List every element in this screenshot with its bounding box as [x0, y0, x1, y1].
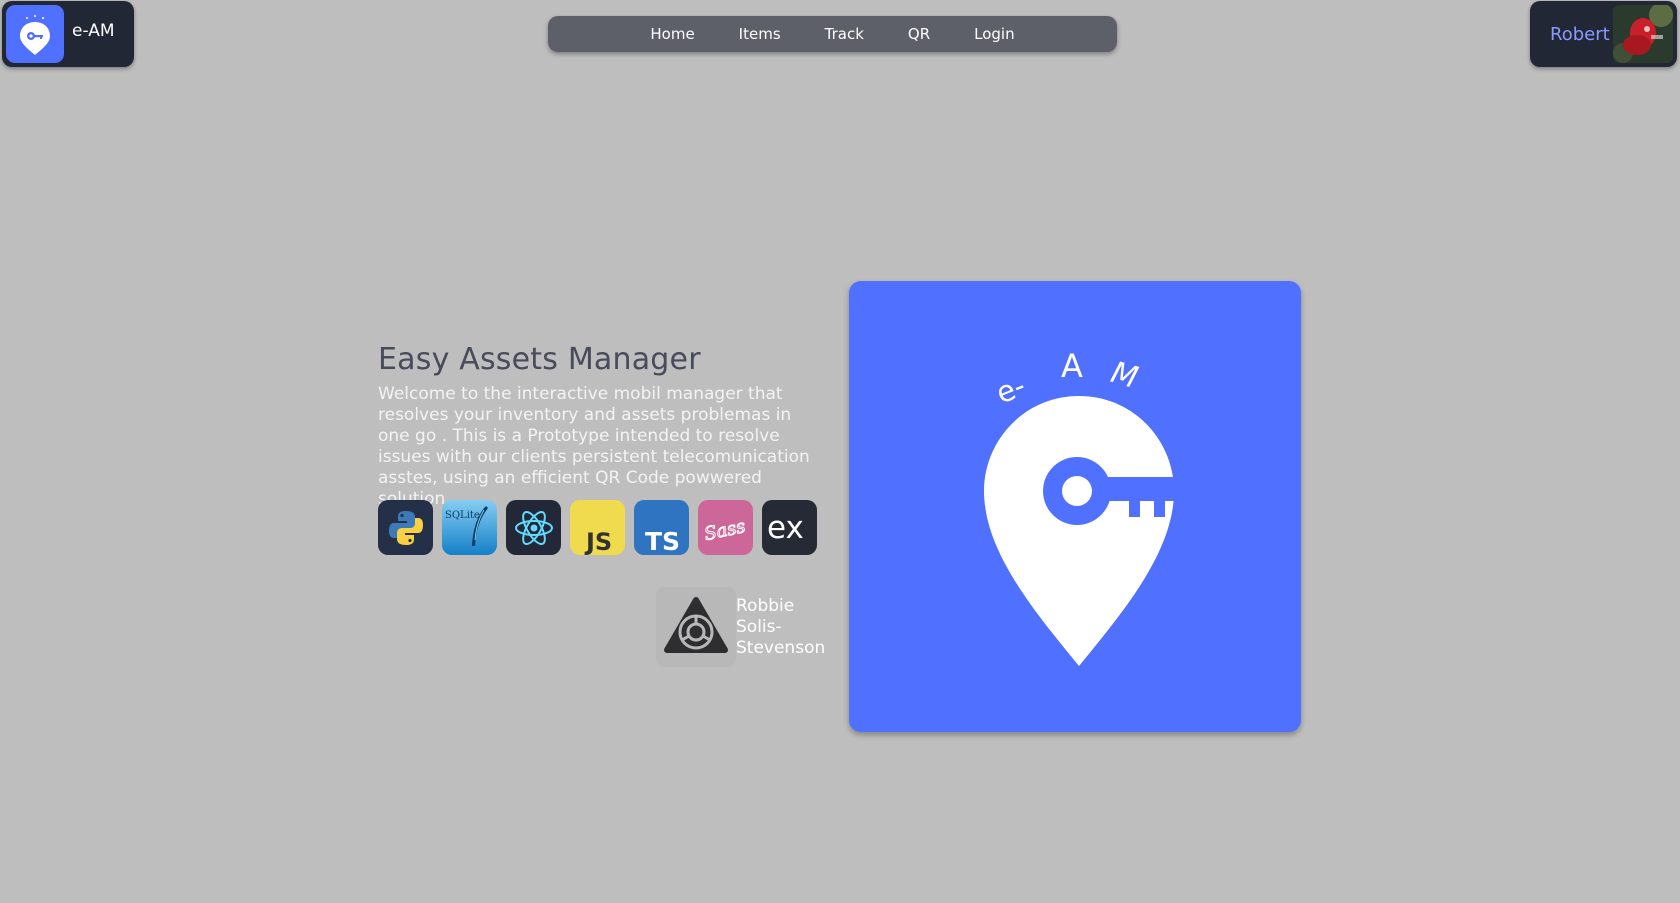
svg-text:e-: e-: [991, 368, 1030, 410]
author-logo-icon: [656, 587, 736, 667]
main-nav: Home Items Track QR Login: [548, 16, 1117, 52]
typescript-icon: TS: [634, 500, 689, 555]
user-badge[interactable]: Robert: [1530, 1, 1677, 67]
svg-text:SQLite: SQLite: [445, 510, 480, 521]
author-name: Robbie Solis-Stevenson: [736, 596, 826, 658]
svg-text:Sass: Sass: [702, 516, 747, 545]
brand-badge[interactable]: e-AM: [2, 1, 134, 67]
svg-text:ex: ex: [767, 510, 804, 546]
sqlite-icon: SQLite: [442, 500, 497, 555]
svg-text:A: A: [1061, 347, 1083, 385]
nav-login[interactable]: Login: [952, 25, 1036, 43]
python-icon: [378, 500, 433, 555]
nav-track[interactable]: Track: [803, 25, 886, 43]
sass-icon: Sass: [698, 500, 753, 555]
author-credit[interactable]: Robbie Solis-Stevenson: [656, 587, 831, 667]
hero-description: Welcome to the interactive mobil manager…: [378, 384, 810, 509]
svg-text:M: M: [1107, 355, 1142, 396]
nav-qr[interactable]: QR: [886, 25, 952, 43]
hero-logo-card: e- A M: [849, 281, 1301, 732]
brand-name: e-AM: [72, 21, 115, 41]
svg-text:TS: TS: [645, 527, 680, 555]
nav-items[interactable]: Items: [717, 25, 803, 43]
app-logo-icon: [6, 5, 64, 63]
avatar: [1613, 5, 1673, 63]
tech-stack: SQLite JS TS Sass ex: [378, 500, 817, 555]
user-name: Robert: [1550, 23, 1610, 45]
javascript-icon: JS: [570, 500, 625, 555]
svg-text:JS: JS: [584, 528, 612, 555]
hero-logo-icon: e- A M: [984, 347, 1176, 666]
express-icon: ex: [762, 500, 817, 555]
nav-home[interactable]: Home: [628, 25, 716, 43]
react-icon: [506, 500, 561, 555]
page-title: Easy Assets Manager: [378, 342, 701, 377]
